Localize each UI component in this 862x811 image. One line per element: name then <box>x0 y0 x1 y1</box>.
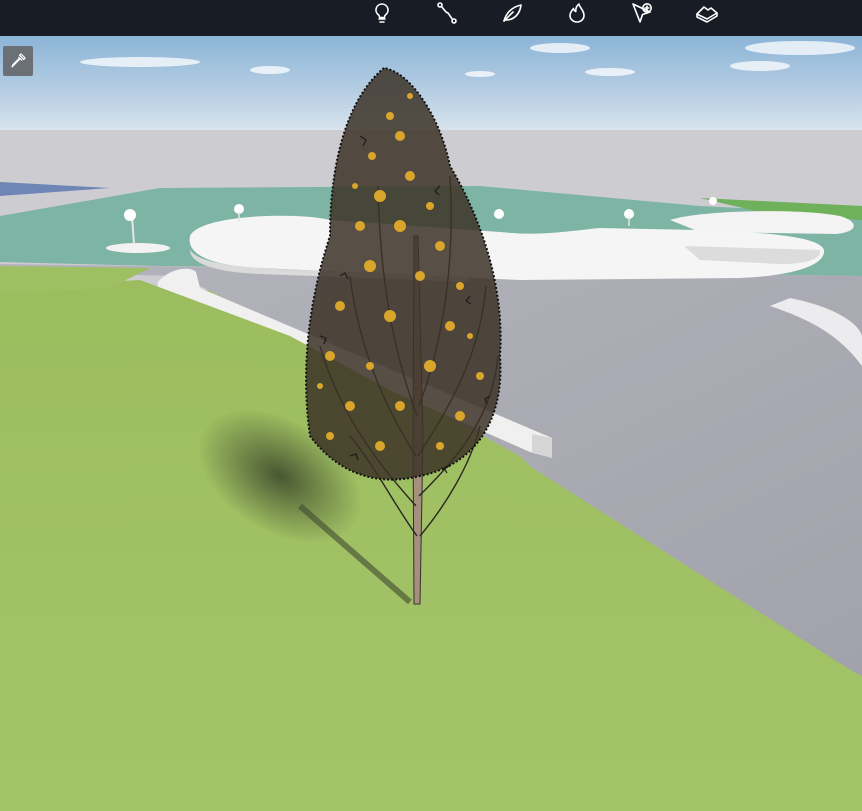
eyedropper-icon <box>11 53 26 68</box>
path-tool-button[interactable] <box>429 0 465 26</box>
top-toolbar <box>0 0 862 36</box>
add-object-tool-button[interactable] <box>624 0 660 26</box>
leaf-icon <box>503 4 522 22</box>
eyedropper-button[interactable] <box>3 46 33 76</box>
vegetation-tool-button[interactable] <box>494 0 530 26</box>
path-nodes-icon <box>437 2 457 24</box>
light-tool-button[interactable] <box>364 0 400 26</box>
flame-icon <box>569 3 585 23</box>
cursor-plus-icon <box>632 3 652 23</box>
app-window <box>0 0 862 811</box>
render-viewport[interactable] <box>0 36 862 811</box>
terrain-layers-icon <box>696 6 718 23</box>
terrain-tool-button[interactable] <box>689 0 725 26</box>
lightbulb-icon <box>375 3 389 23</box>
fire-tool-button[interactable] <box>559 0 595 26</box>
scene-render <box>0 36 862 811</box>
